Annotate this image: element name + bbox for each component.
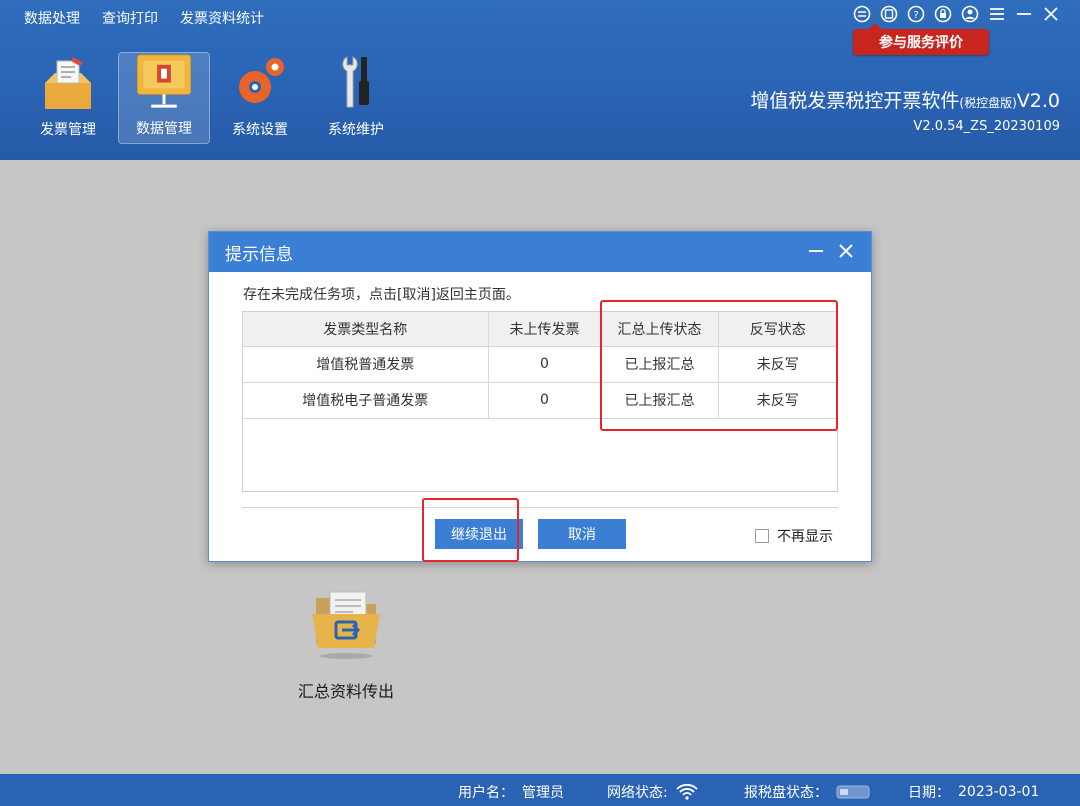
- minimize-icon[interactable]: [1015, 5, 1033, 23]
- status-date-label: 日期：: [908, 785, 950, 801]
- toolbar-data-management[interactable]: 数据管理: [118, 52, 210, 144]
- close-icon[interactable]: [1042, 5, 1060, 23]
- wrench-screwdriver-icon: [342, 56, 369, 108]
- export-folder-icon: [312, 591, 380, 659]
- help-icon[interactable]: ?: [907, 5, 925, 23]
- data-folder-icon: [136, 54, 192, 108]
- status-user-label: 用户名：: [458, 785, 514, 801]
- product-version: V2.0.54_ZS_20230109: [913, 119, 1060, 134]
- toolbar-label: 数据管理: [136, 121, 192, 137]
- dialog-divider: [242, 507, 838, 508]
- cell-invoice-type: 增值税电子普通发票: [243, 382, 489, 419]
- cell-invoice-type: 增值税普通发票: [243, 346, 489, 383]
- status-disk-label: 报税盘状态：: [744, 785, 828, 801]
- service-rating-badge[interactable]: 参与服务评价: [853, 23, 989, 55]
- menu-icon[interactable]: [988, 5, 1006, 23]
- toolbar-label: 系统设置: [232, 122, 288, 138]
- status-disk: 报税盘状态：: [744, 782, 870, 802]
- main-toolbar: 发票管理 数据管理 系统设置 系统维护: [22, 52, 402, 144]
- svg-text:?: ?: [913, 10, 918, 21]
- toolbar-label: 发票管理: [40, 122, 96, 138]
- menu-item-query-print[interactable]: 查询打印: [102, 8, 158, 28]
- status-bar: 用户名： 管理员 网络状态: 报税盘状态： 日期： 2023-03-01: [0, 774, 1080, 806]
- wifi-icon: [676, 784, 698, 800]
- menu-item-invoice-statistics[interactable]: 发票资料统计: [180, 8, 264, 28]
- cell-not-uploaded: 0: [488, 346, 602, 383]
- invoice-box-icon: [45, 57, 91, 109]
- product-title: 增值税发票税控开票软件(税控盘版)V2.0: [750, 90, 1060, 112]
- dialog-titlebar: 提示信息: [209, 232, 871, 272]
- col-not-uploaded: 未上传发票: [488, 312, 602, 347]
- user-icon[interactable]: [961, 5, 979, 23]
- status-user-value: 管理员: [522, 785, 564, 801]
- col-invoice-type: 发票类型名称: [243, 312, 489, 347]
- tax-disk-icon: [836, 785, 870, 799]
- status-user: 用户名： 管理员: [458, 782, 564, 802]
- status-date-value: 2023-03-01: [958, 784, 1040, 800]
- switch-icon[interactable]: [853, 5, 871, 23]
- status-network: 网络状态:: [607, 782, 698, 802]
- cancel-button[interactable]: 取消: [538, 519, 626, 549]
- summary-export-label: 汇总资料传出: [297, 682, 394, 701]
- summary-export-shortcut[interactable]: 汇总资料传出: [288, 590, 404, 702]
- status-date: 日期： 2023-03-01: [908, 782, 1039, 802]
- toolbar-invoice-management[interactable]: 发票管理: [22, 52, 114, 144]
- gears-icon: [239, 58, 284, 103]
- menu-bar: 数据处理 查询打印 发票资料统计: [24, 8, 264, 28]
- lock-icon[interactable]: [934, 5, 952, 23]
- dont-show-again-option[interactable]: 不再显示: [755, 526, 833, 546]
- message-icon[interactable]: [880, 5, 898, 23]
- status-network-label: 网络状态:: [607, 785, 668, 801]
- toolbar-system-settings[interactable]: 系统设置: [214, 52, 306, 144]
- highlight-continue-exit: [422, 498, 519, 562]
- dont-show-again-label: 不再显示: [777, 529, 833, 545]
- product-brand: 增值税发票税控开票软件(税控盘版)V2.0 V2.0.54_ZS_2023010…: [750, 86, 1060, 134]
- toolbar-system-maintenance[interactable]: 系统维护: [310, 52, 402, 144]
- toolbar-label: 系统维护: [328, 122, 384, 138]
- dialog-close-icon[interactable]: [837, 242, 855, 265]
- highlight-status-columns: [600, 300, 838, 431]
- dialog-title: 提示信息: [225, 244, 293, 265]
- app-header: 数据处理 查询打印 发票资料统计 ? 参与服务评价 发票管理 数据管理 系统设置…: [0, 0, 1080, 160]
- cell-not-uploaded: 0: [488, 382, 602, 419]
- menu-item-data-processing[interactable]: 数据处理: [24, 8, 80, 28]
- dialog-minimize-icon[interactable]: [807, 242, 825, 265]
- window-controls: ?: [853, 5, 1060, 23]
- dont-show-again-checkbox[interactable]: [755, 529, 769, 543]
